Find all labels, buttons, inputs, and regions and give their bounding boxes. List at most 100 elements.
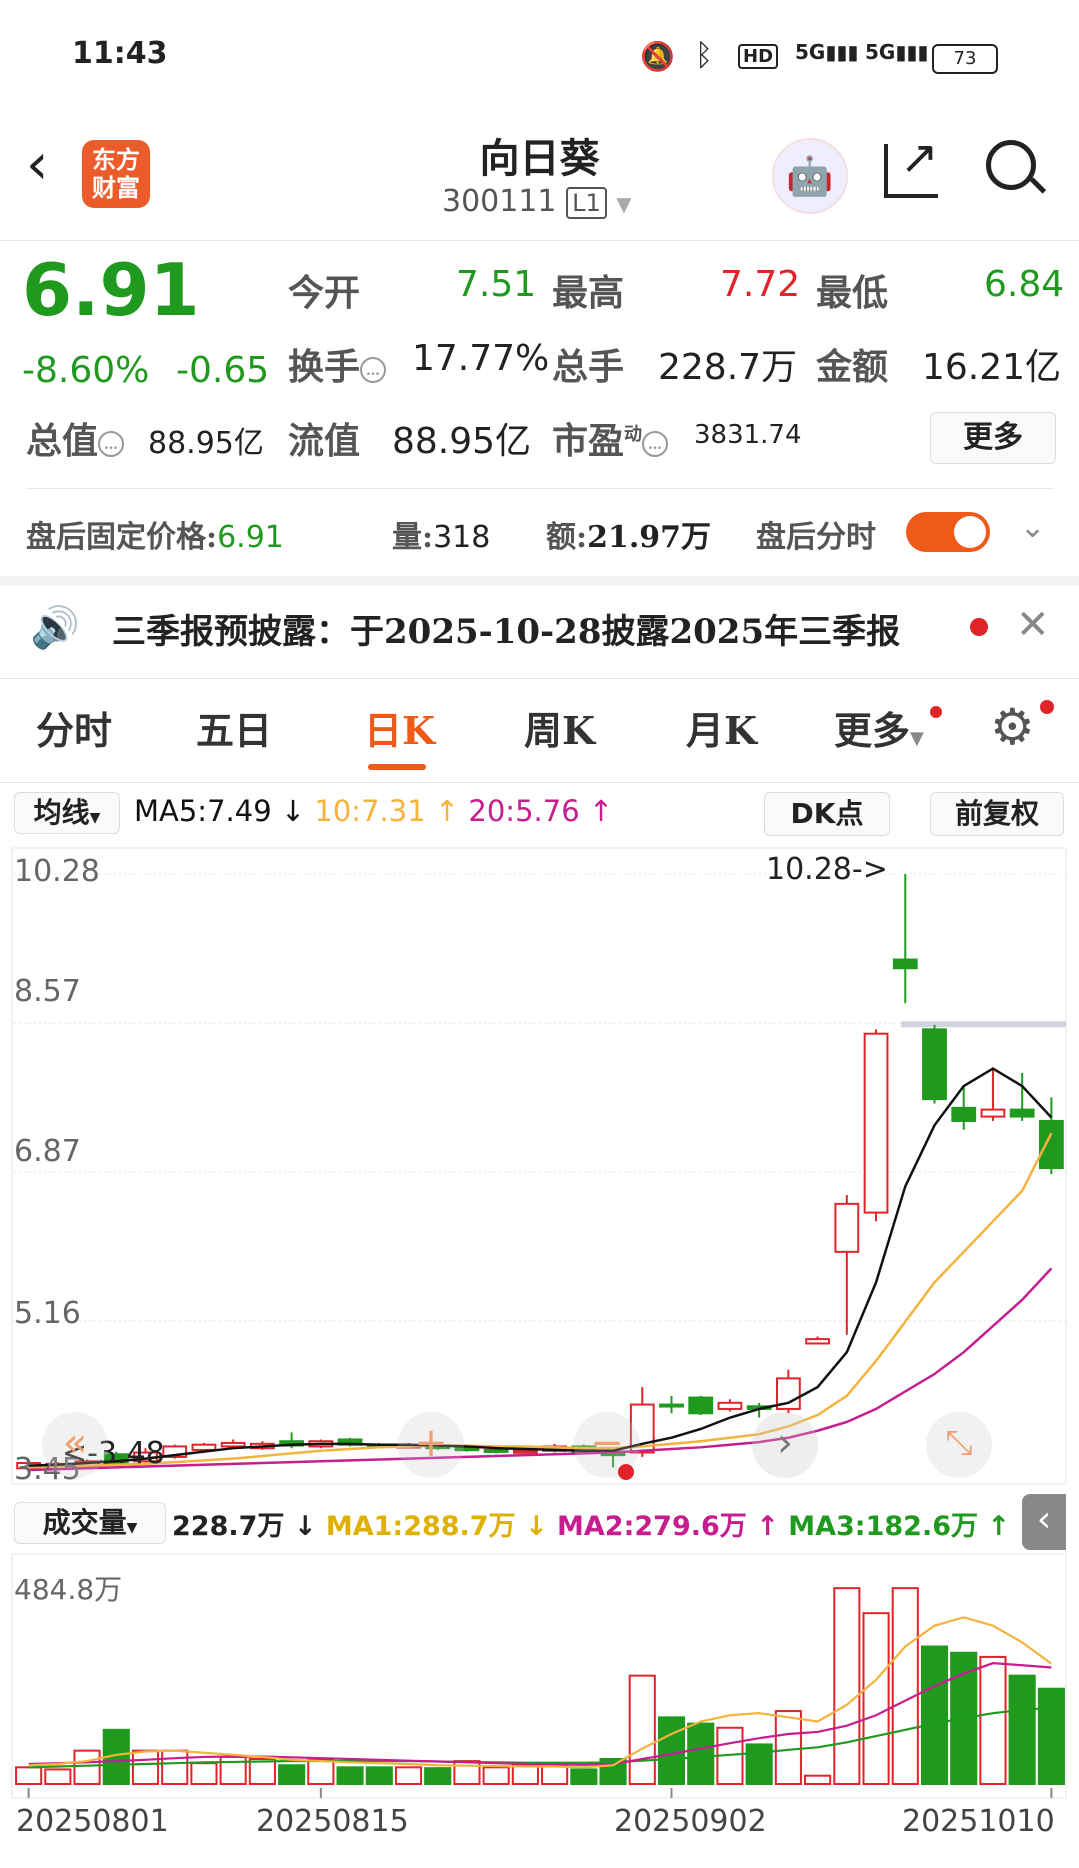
volume-arrow: ↓	[293, 1511, 317, 1542]
candle-body	[512, 1449, 538, 1454]
section-gap	[0, 576, 1079, 586]
candle-body	[951, 1106, 977, 1122]
amount-value: 16.21亿	[922, 347, 1062, 388]
volume-bar	[394, 1766, 423, 1785]
vol-ma2-value: MA2:279.6万	[557, 1511, 747, 1542]
mktcap-label[interactable]: 总值…	[26, 412, 125, 464]
candle-body	[191, 1443, 217, 1451]
candle-body	[483, 1448, 509, 1453]
x-tick-label: 20251010	[902, 1804, 1055, 1839]
volume-bar	[804, 1774, 832, 1786]
volume-bar	[161, 1749, 189, 1786]
header: ‹ 东方财富 向日葵 300111 L1 ▼ 🤖 ↗	[0, 110, 1079, 241]
divider	[0, 782, 1079, 783]
chevron-down-icon[interactable]: ⌄	[1020, 510, 1045, 545]
ma10-arrow: ↑	[434, 794, 460, 828]
after-hours-toggle[interactable]	[906, 512, 990, 552]
hd-icon: HD	[738, 44, 779, 69]
vol-ma3-arrow: ↑	[987, 1511, 1011, 1542]
mktcap-value: 88.95亿	[148, 426, 264, 461]
close-icon[interactable]: ✕	[1016, 602, 1050, 648]
volume-bar	[482, 1766, 510, 1785]
tab-more[interactable]: 更多▼	[834, 700, 924, 755]
volume-y-label: 484.8万	[14, 1573, 123, 1606]
x-tick-label: 20250801	[16, 1804, 169, 1839]
robot-assistant-icon[interactable]: 🤖	[772, 138, 848, 214]
after-hours-price: 盘后固定价格:6.91	[26, 520, 284, 555]
stock-code-line[interactable]: 300111 L1 ▼	[442, 184, 632, 219]
volume-bar	[336, 1766, 364, 1785]
chevron-down-icon: ▼	[910, 728, 924, 749]
adjust-button[interactable]: 前复权	[930, 792, 1064, 836]
fullscreen-icon[interactable]: ⤡	[926, 1412, 992, 1478]
ma20-value: 20:5.76	[468, 794, 580, 828]
info-icon: …	[360, 357, 387, 383]
volume-bar	[248, 1758, 276, 1785]
high-label: 最高	[552, 272, 625, 314]
change-pct: -8.60%	[22, 350, 150, 391]
ma-selector[interactable]: 均线▼	[14, 792, 120, 834]
candle-body	[1009, 1108, 1035, 1118]
volume-bar	[862, 1612, 890, 1785]
x-tick-label: 20250902	[614, 1804, 767, 1839]
volume-bar	[1008, 1674, 1036, 1785]
volume-bar	[774, 1710, 802, 1785]
candle-body	[220, 1441, 246, 1448]
volume-label: 总手	[552, 346, 625, 388]
candle-body	[863, 1032, 889, 1214]
pe-label[interactable]: 市盈动…	[552, 412, 669, 464]
volume-bar	[979, 1655, 1007, 1785]
vol-ma1-arrow: ↓	[525, 1511, 548, 1542]
volume-bar	[628, 1674, 656, 1785]
volume-bar	[365, 1766, 393, 1785]
candle-body	[834, 1202, 860, 1253]
kline-chart[interactable]	[0, 846, 1079, 1486]
zoom-in-icon[interactable]: +	[398, 1412, 464, 1478]
candle-body	[892, 958, 918, 970]
volume-chart[interactable]	[0, 1552, 1079, 1802]
collapse-panel-icon[interactable]: ‹	[1022, 1494, 1066, 1550]
candle-body	[688, 1396, 714, 1415]
active-tab-indicator	[368, 764, 426, 770]
event-marker-dot[interactable]	[618, 1464, 634, 1480]
low-value: 6.84	[984, 264, 1065, 305]
y-tick-label: 10.28	[14, 854, 100, 889]
divider	[26, 488, 1054, 489]
volume-bar	[570, 1768, 598, 1786]
tab-monthly-k[interactable]: 月K	[686, 700, 757, 755]
volume-selector[interactable]: 成交量▼	[14, 1502, 166, 1544]
scroll-left-icon[interactable]: «	[42, 1412, 108, 1478]
low-label: 最低	[816, 272, 889, 314]
tab-weekly-k[interactable]: 周K	[524, 700, 595, 755]
volume-bar	[190, 1762, 218, 1786]
search-icon[interactable]	[986, 140, 1047, 194]
scroll-right-icon[interactable]: ›	[752, 1412, 818, 1478]
limit-band	[901, 1021, 1066, 1028]
turnover-label[interactable]: 换手…	[288, 338, 387, 390]
notice-text[interactable]: 三季报预披露：于2025-10-28披露2025年三季报	[112, 604, 900, 653]
y-tick-label: 6.87	[14, 1134, 81, 1169]
candle-body	[805, 1338, 831, 1345]
tab-five-day[interactable]: 五日	[196, 700, 272, 755]
volume-bar	[687, 1722, 715, 1785]
ma10-line	[28, 1132, 1053, 1469]
ma-values: MA5:7.49 ↓ 10:7.31 ↑ 20:5.76 ↑	[134, 794, 613, 828]
battery-icon: 73	[932, 44, 998, 74]
settings-gear-icon[interactable]: ⚙	[990, 702, 1035, 752]
open-label: 今开	[288, 272, 361, 314]
amount-label: 金额	[816, 346, 889, 388]
candle-body	[717, 1401, 743, 1410]
tab-daily-k[interactable]: 日K	[364, 700, 435, 755]
dk-button[interactable]: DK点	[764, 792, 890, 836]
turnover-value: 17.77%	[412, 338, 550, 379]
tab-timeshare[interactable]: 分时	[36, 700, 112, 755]
candle-body	[1038, 1119, 1064, 1170]
volume-value: 228.7万	[658, 347, 798, 388]
info-icon: …	[98, 431, 125, 457]
signal-5g-icon-2: 5G▮▮▮	[865, 40, 929, 64]
share-icon[interactable]: ↗	[884, 134, 939, 198]
volume-bar	[15, 1766, 43, 1785]
stock-code: 300111	[442, 184, 557, 219]
divider	[0, 678, 1079, 679]
more-button[interactable]: 更多	[930, 412, 1056, 464]
